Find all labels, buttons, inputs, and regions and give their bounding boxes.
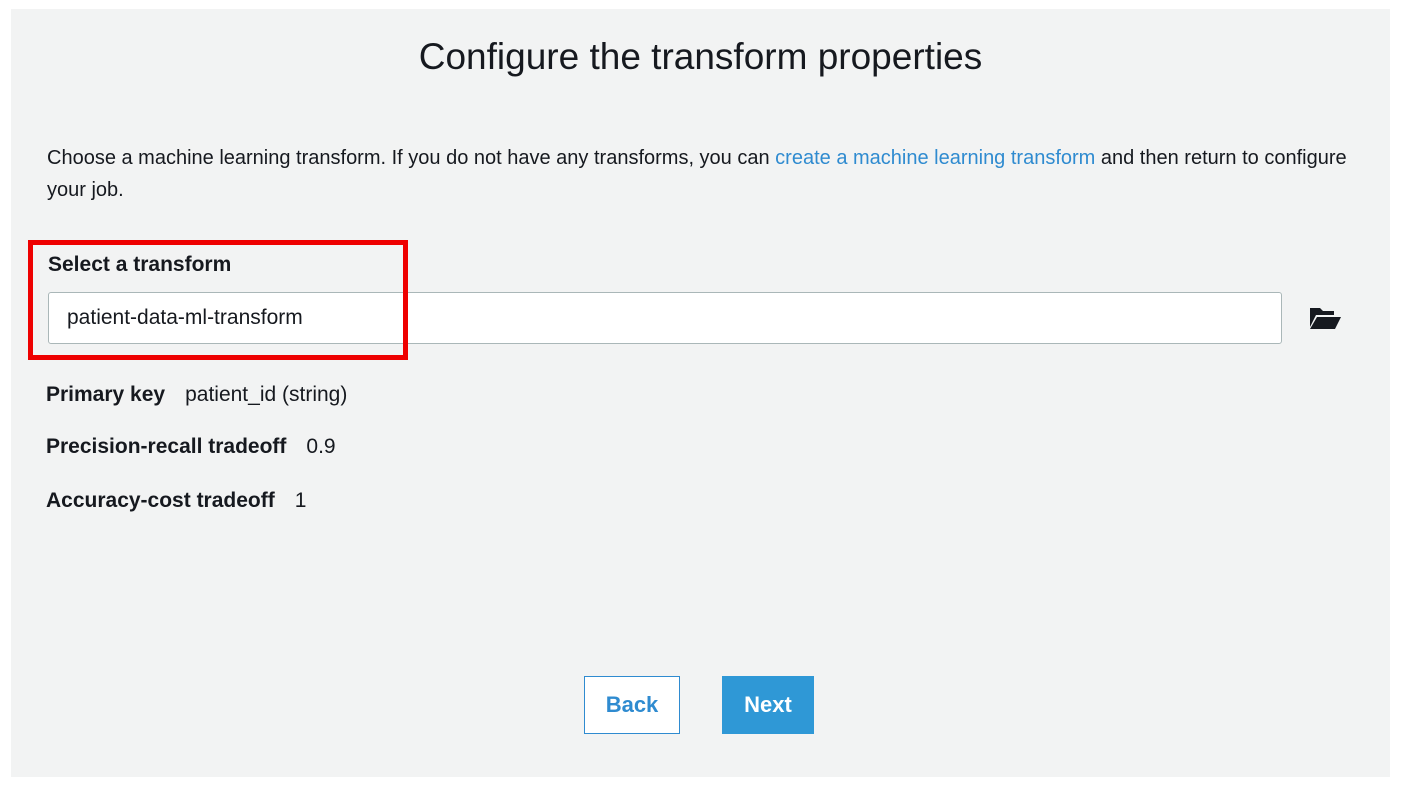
- accuracy-cost-label: Accuracy-cost tradeoff: [46, 489, 275, 512]
- select-transform-label: Select a transform: [48, 253, 232, 276]
- browse-transforms-button[interactable]: [1308, 305, 1348, 335]
- create-transform-link[interactable]: create a machine learning transform: [775, 147, 1095, 169]
- intro-text: Choose a machine learning transform. If …: [47, 142, 1377, 206]
- transform-select-input[interactable]: [48, 292, 1282, 344]
- precision-recall-row: Precision-recall tradeoff 0.9: [46, 435, 336, 459]
- back-button[interactable]: Back: [584, 676, 680, 734]
- next-button[interactable]: Next: [722, 676, 814, 734]
- accuracy-cost-value: 1: [294, 489, 307, 512]
- intro-text-before-link: Choose a machine learning transform. If …: [47, 147, 776, 169]
- configure-transform-panel: Configure the transform properties Choos…: [11, 9, 1390, 777]
- primary-key-value: patient_id (string): [185, 383, 348, 406]
- precision-recall-value: 0.9: [306, 435, 336, 458]
- primary-key-row: Primary key patient_id (string): [46, 383, 347, 407]
- folder-open-icon: [1310, 308, 1341, 329]
- primary-key-label: Primary key: [46, 383, 166, 406]
- accuracy-cost-row: Accuracy-cost tradeoff 1: [46, 489, 306, 513]
- page-title: Configure the transform properties: [418, 36, 983, 77]
- precision-recall-label: Precision-recall tradeoff: [46, 435, 287, 458]
